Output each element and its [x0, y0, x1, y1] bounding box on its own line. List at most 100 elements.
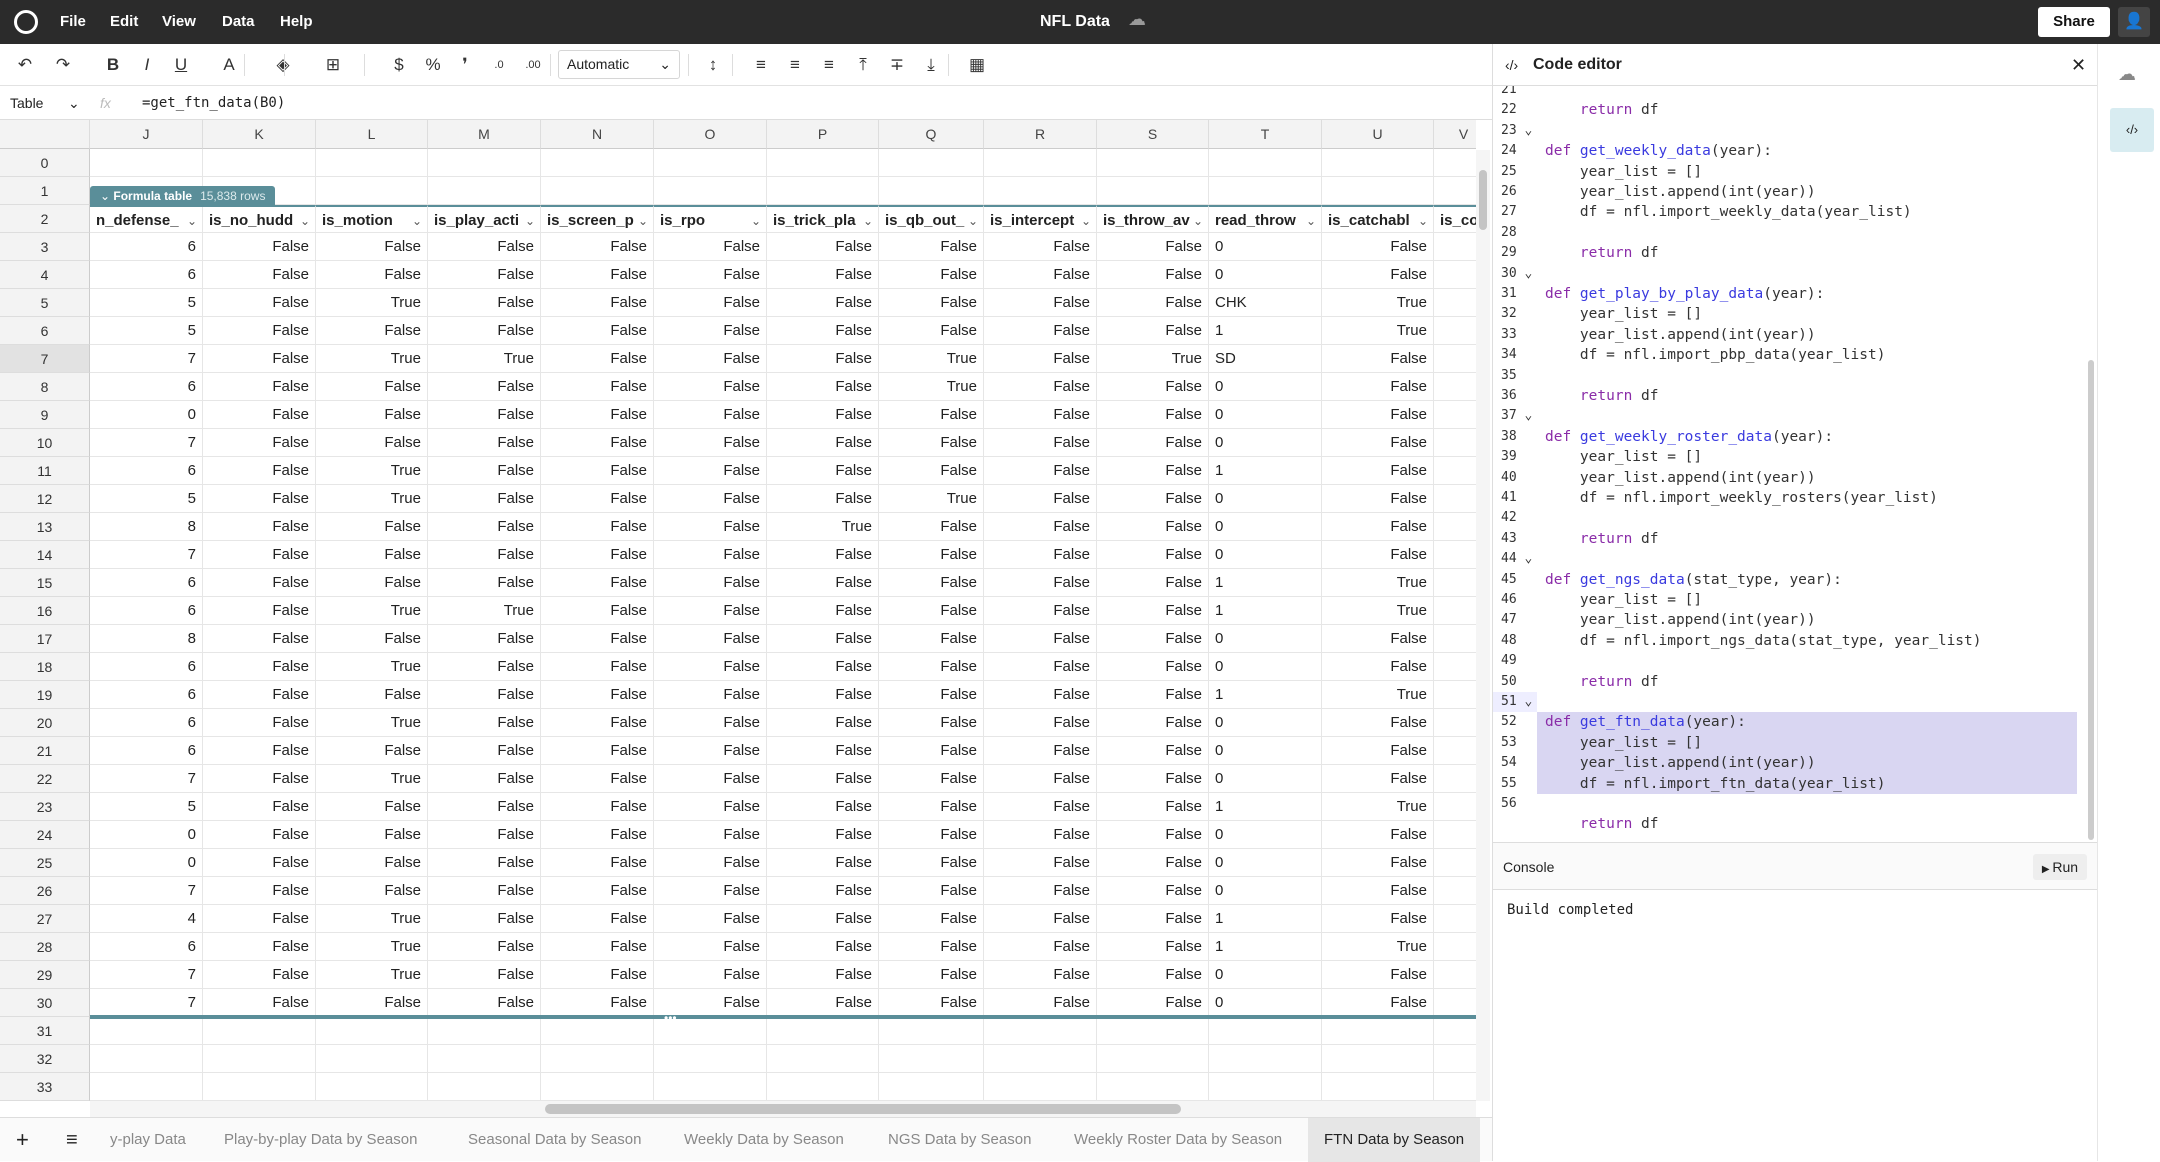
cell[interactable] — [90, 1073, 203, 1101]
cell[interactable]: 0 — [1209, 709, 1322, 737]
code-line[interactable]: year_list = [] — [1537, 304, 2077, 324]
cell[interactable]: False — [767, 233, 879, 261]
cell[interactable]: False — [654, 653, 767, 681]
formula-table-badge[interactable]: ⌄ Formula table 15,838 rows — [90, 186, 276, 207]
row-header[interactable]: 6 — [0, 317, 90, 345]
cell[interactable]: is_trick_pla ⌄ — [767, 205, 879, 233]
decrease-decimal-icon[interactable]: .0 — [484, 44, 514, 86]
formula-input[interactable]: =get_ftn_data(B0) — [142, 86, 285, 120]
cell[interactable]: False — [541, 345, 654, 373]
cell[interactable]: False — [203, 401, 316, 429]
cell[interactable]: False — [1097, 569, 1209, 597]
cell[interactable]: False — [767, 429, 879, 457]
cell[interactable]: False — [428, 877, 541, 905]
align-center-icon[interactable]: ≡ — [780, 44, 810, 86]
cell[interactable]: False — [984, 513, 1097, 541]
cell[interactable]: True — [316, 457, 428, 485]
row-header[interactable]: 12 — [0, 485, 90, 513]
code-line[interactable]: return df — [1537, 100, 2077, 120]
row-header[interactable]: 7 — [0, 345, 90, 373]
code-line[interactable]: year_list.append(int(year)) — [1537, 753, 2077, 774]
code-line[interactable] — [1537, 794, 2077, 814]
cell[interactable]: 5 — [90, 289, 203, 317]
cell[interactable]: is_intercept ⌄ — [984, 205, 1097, 233]
code-line[interactable] — [1537, 508, 2077, 528]
cell[interactable]: False — [1097, 765, 1209, 793]
cell[interactable] — [1434, 513, 1476, 541]
cell[interactable] — [1434, 653, 1476, 681]
cell[interactable]: False — [203, 541, 316, 569]
share-button[interactable]: Share — [2038, 7, 2110, 37]
table-resize-handle[interactable]: ••• — [664, 1011, 677, 1025]
row-header[interactable]: 16 — [0, 597, 90, 625]
cell[interactable]: False — [541, 653, 654, 681]
code-line[interactable] — [1537, 121, 2077, 141]
cell[interactable] — [767, 1045, 879, 1073]
cell[interactable] — [984, 1045, 1097, 1073]
cell[interactable]: False — [1097, 513, 1209, 541]
cell[interactable]: False — [428, 569, 541, 597]
cell[interactable] — [1434, 457, 1476, 485]
cell[interactable]: False — [541, 961, 654, 989]
cell[interactable] — [984, 177, 1097, 205]
code-line[interactable]: return df — [1537, 672, 2077, 692]
cell[interactable]: False — [654, 849, 767, 877]
cell[interactable]: 1 — [1209, 933, 1322, 961]
cell[interactable]: True — [1322, 681, 1434, 709]
valign-bottom-icon[interactable]: ⤓ — [916, 44, 946, 86]
chevron-down-icon[interactable]: ⌄ — [525, 207, 535, 232]
cell[interactable]: 6 — [90, 709, 203, 737]
cell[interactable]: False — [879, 317, 984, 345]
chevron-down-icon[interactable]: ⌄ — [863, 207, 873, 232]
code-line[interactable]: year_list = [] — [1537, 162, 2077, 182]
cell[interactable]: 0 — [1209, 401, 1322, 429]
cell[interactable]: False — [541, 261, 654, 289]
row-header[interactable]: 21 — [0, 737, 90, 765]
cell[interactable]: True — [428, 597, 541, 625]
cell[interactable] — [1322, 1045, 1434, 1073]
cell[interactable]: False — [879, 737, 984, 765]
cell[interactable]: True — [1097, 345, 1209, 373]
sheet-tab[interactable]: Play-by-play Data by Season — [208, 1118, 433, 1162]
cell[interactable]: False — [879, 793, 984, 821]
cell[interactable] — [1434, 149, 1476, 177]
cell[interactable] — [1434, 877, 1476, 905]
cell[interactable] — [203, 1017, 316, 1045]
cell[interactable] — [654, 1045, 767, 1073]
cell[interactable]: False — [879, 933, 984, 961]
cell[interactable]: 1 — [1209, 793, 1322, 821]
code-line[interactable]: df = nfl.import_pbp_data(year_list) — [1537, 345, 2077, 365]
column-header-R[interactable]: R — [984, 120, 1097, 149]
row-header[interactable]: 24 — [0, 821, 90, 849]
cell[interactable]: False — [767, 317, 879, 345]
row-header[interactable]: 30 — [0, 989, 90, 1017]
cell[interactable]: False — [428, 625, 541, 653]
italic-icon[interactable]: I — [132, 44, 162, 86]
cell[interactable]: False — [879, 849, 984, 877]
column-header-S[interactable]: S — [1097, 120, 1209, 149]
cell[interactable]: False — [316, 877, 428, 905]
cell[interactable] — [1434, 345, 1476, 373]
cell[interactable] — [1434, 961, 1476, 989]
cell[interactable]: False — [767, 821, 879, 849]
cell[interactable]: False — [984, 541, 1097, 569]
valign-top-icon[interactable]: ⤒ — [848, 44, 878, 86]
cell[interactable]: 7 — [90, 429, 203, 457]
cell[interactable]: 6 — [90, 737, 203, 765]
cell[interactable]: True — [316, 345, 428, 373]
cell[interactable]: False — [767, 877, 879, 905]
cell[interactable] — [1209, 149, 1322, 177]
cell[interactable]: False — [203, 373, 316, 401]
cell[interactable] — [1434, 737, 1476, 765]
cell[interactable]: False — [654, 821, 767, 849]
row-header[interactable]: 10 — [0, 429, 90, 457]
cell[interactable]: False — [1097, 877, 1209, 905]
cell[interactable] — [1097, 1045, 1209, 1073]
cell[interactable]: False — [879, 261, 984, 289]
cell[interactable]: False — [541, 877, 654, 905]
cell[interactable]: False — [879, 905, 984, 933]
cell[interactable]: True — [767, 513, 879, 541]
cell[interactable]: False — [767, 457, 879, 485]
cell[interactable] — [541, 1017, 654, 1045]
cell[interactable]: 7 — [90, 765, 203, 793]
